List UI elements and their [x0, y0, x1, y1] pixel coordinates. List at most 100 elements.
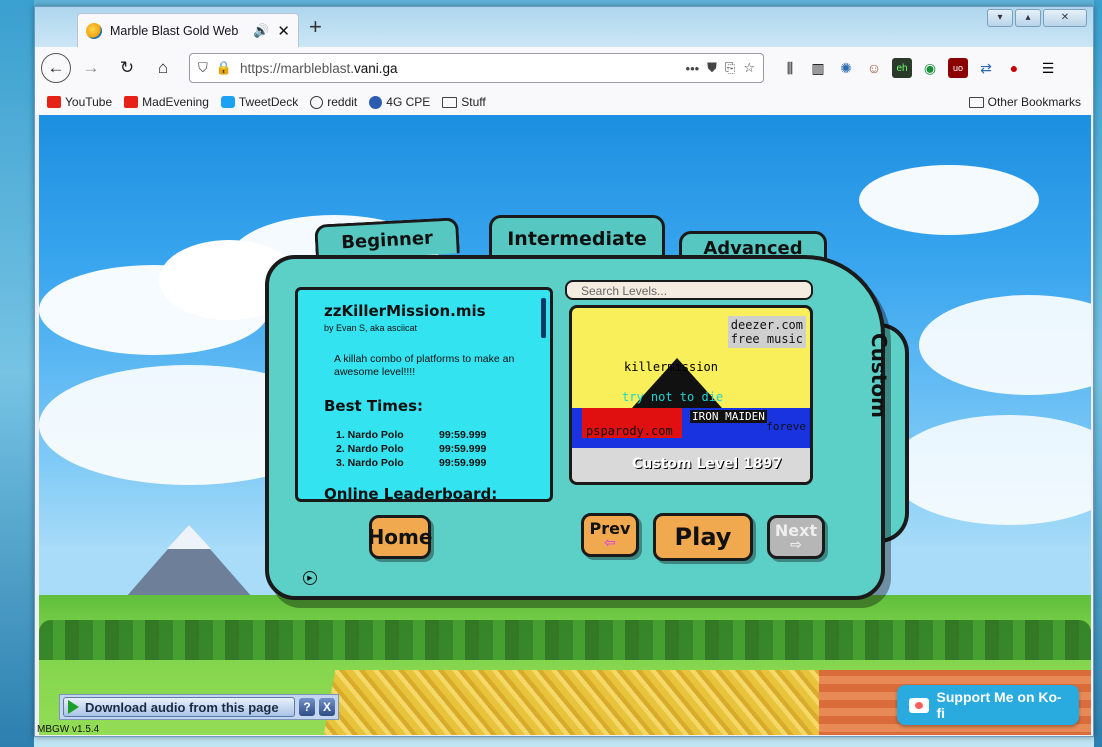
ublock-icon[interactable]: uo [948, 58, 968, 78]
preview-caption: Custom Level 1897 [632, 456, 783, 472]
translate-icon[interactable]: ⎘ [725, 60, 735, 76]
page-actions-icon[interactable]: ••• [686, 61, 700, 76]
info-scrollbar[interactable] [541, 298, 546, 338]
preview-text-ironmaiden: IRON MAIDEN [690, 410, 767, 423]
close-window-button[interactable]: ✕ [1043, 9, 1087, 27]
bookmark-star-icon[interactable]: ☆ [743, 60, 755, 76]
best-time-player: 3. Nardo Polo [336, 457, 404, 469]
play-triangle-icon [68, 700, 79, 714]
router-icon [369, 95, 383, 109]
kofi-support-button[interactable]: Support Me on Ko-fi [897, 685, 1079, 725]
lock-icon[interactable]: 🔒 [216, 60, 232, 76]
url-text[interactable]: https://marbleblast.vani.ga [240, 61, 678, 76]
globe-icon [310, 95, 324, 109]
right-arrow-icon: ⇨ [790, 537, 802, 553]
preview-text-psparody: psparody.com [586, 424, 673, 438]
folder-icon [968, 96, 984, 108]
maximize-button[interactable]: ▴ [1015, 9, 1041, 27]
home-game-button[interactable]: Home [367, 515, 433, 559]
speaker-icon[interactable]: 🔊 [253, 23, 269, 39]
url-prefix: https://marbleblast. [239, 60, 355, 76]
play-label: Play [674, 523, 732, 551]
bookmark-tweetdeck[interactable]: TweetDeck [220, 95, 299, 109]
other-bookmarks-folder[interactable]: Other Bookmarks [968, 95, 1081, 109]
bookmark-label: reddit [327, 95, 358, 109]
browser-tab-active[interactable]: Marble Blast Gold Web 🔊 ✕ [77, 13, 299, 47]
youtube-icon [124, 96, 139, 108]
close-download-bar-button[interactable]: X [319, 698, 335, 716]
extension-globe-icon[interactable]: ◉ [920, 58, 940, 78]
level-name: zzKillerMission.mis [324, 302, 486, 320]
reload-button[interactable]: ↻ [111, 52, 143, 84]
tab-custom[interactable]: Custom [861, 333, 891, 443]
best-time-player: 1. Nardo Polo [336, 429, 404, 441]
bookmark-label: 4G CPE [386, 95, 431, 109]
bookmark-label: YouTube [65, 95, 113, 109]
level-author: by Evan S, aka asciicat [324, 323, 418, 333]
help-button[interactable]: ? [299, 698, 315, 716]
extension-eh-icon[interactable]: eh [892, 58, 912, 78]
cloud [859, 165, 1039, 235]
extension-tampermonkey-icon[interactable]: ✺ [836, 58, 856, 78]
home-button[interactable]: ⌂ [147, 52, 179, 84]
next-stack: Next ⇨ [775, 523, 817, 553]
twitter-icon [220, 96, 235, 108]
bookmark-label: Stuff [461, 95, 486, 109]
tab-strip: Marble Blast Gold Web 🔊 ✕ + ▾ ▴ ✕ [35, 7, 1093, 47]
bookmarks-toolbar: YouTube MadEvening TweetDeck reddit 4G C… [35, 89, 1093, 115]
tab-close-button[interactable]: ✕ [277, 22, 290, 40]
download-audio-bar: Download audio from this page ? X [59, 694, 339, 720]
best-time-value: 99:59.999 [439, 429, 487, 441]
prev-button[interactable]: Prev ⇦ [581, 513, 639, 557]
mountain [119, 525, 259, 605]
music-play-icon[interactable]: ▶ [303, 571, 317, 585]
play-button[interactable]: Play [653, 513, 753, 561]
download-audio-label: Download audio from this page [85, 699, 279, 715]
bookmark-madevening[interactable]: MadEvening [124, 95, 209, 109]
kofi-cup-icon [909, 697, 929, 713]
desktop-background-left [0, 0, 34, 747]
marble-favicon-icon [86, 22, 102, 39]
next-button[interactable]: Next ⇨ [767, 515, 825, 559]
new-tab-button[interactable]: + [309, 16, 322, 38]
extension-monkey-icon[interactable]: ☺ [864, 58, 884, 78]
game-canvas[interactable]: Beginner Intermediate Advanced Custom zz… [39, 115, 1091, 735]
preview-ad-box: deezer.com free music [727, 316, 806, 348]
download-audio-button[interactable]: Download audio from this page [63, 697, 295, 717]
navigation-toolbar: ← → ↻ ⌂ ⛉ 🔒 https://marbleblast.vani.ga … [35, 47, 1093, 89]
youtube-icon [47, 96, 61, 108]
library-icon[interactable]: ⫼ [780, 58, 800, 78]
minimize-button[interactable]: ▾ [987, 9, 1013, 27]
extension-red-icon[interactable]: ● [1004, 58, 1024, 78]
kofi-label: Support Me on Ko-fi [936, 689, 1062, 721]
bookmark-folder-stuff[interactable]: Stuff [442, 95, 486, 109]
bookmark-reddit[interactable]: reddit [310, 95, 357, 109]
mountain-snowcap [167, 525, 211, 549]
search-levels-input[interactable]: Search Levels... [565, 280, 813, 300]
url-bar[interactable]: ⛉ 🔒 https://marbleblast.vani.ga ••• ⛊ ⎘ … [189, 53, 764, 83]
bookmark-youtube[interactable]: YouTube [47, 95, 112, 109]
best-time-value: 99:59.999 [439, 443, 487, 455]
preview-text-forever: foreve [766, 420, 806, 433]
bookmark-4g-cpe[interactable]: 4G CPE [369, 95, 430, 109]
tab-intermediate[interactable]: Intermediate [489, 215, 665, 259]
home-label: Home [367, 525, 433, 549]
best-times-list: 1. Nardo Polo 99:59.999 2. Nardo Polo 99:5… [336, 429, 534, 471]
menu-hamburger-icon[interactable]: ☰ [1038, 58, 1058, 78]
url-domain: vani.ga [354, 60, 398, 76]
level-info-box[interactable]: zzKillerMission.mis by Evan S, aka ascii… [295, 287, 553, 502]
level-preview-image: deezer.com free music killermission try n… [569, 305, 813, 485]
back-button[interactable]: ← [41, 53, 71, 83]
forward-button[interactable]: → [75, 52, 107, 84]
preview-ad-line: free music [730, 332, 803, 346]
bookmark-label: TweetDeck [238, 95, 299, 109]
preview-text-killermission: killermission [624, 360, 718, 374]
pocket-icon[interactable]: ⛊ [707, 60, 717, 76]
bookmark-label: MadEvening [142, 95, 209, 109]
tree-line [39, 620, 1091, 660]
sidebar-icon[interactable]: ▥ [808, 58, 828, 78]
window-controls: ▾ ▴ ✕ [987, 9, 1087, 27]
browser-window: Marble Blast Gold Web 🔊 ✕ + ▾ ▴ ✕ ← → ↻ … [34, 6, 1094, 737]
extension-translate-icon[interactable]: ⇄ [976, 58, 996, 78]
tracking-shield-icon[interactable]: ⛉ [198, 60, 208, 76]
